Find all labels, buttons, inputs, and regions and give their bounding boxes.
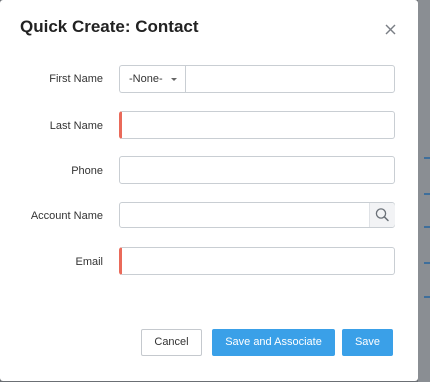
cancel-button[interactable]: Cancel: [141, 329, 202, 356]
email-input[interactable]: [119, 247, 395, 275]
dialog-title: Quick Create: Contact: [20, 17, 199, 36]
save-button[interactable]: Save: [342, 329, 393, 356]
chevron-down-icon: [171, 78, 177, 81]
quick-create-dialog: Quick Create: Contact First Name -None- …: [0, 0, 418, 381]
save-and-associate-button[interactable]: Save and Associate: [212, 329, 335, 356]
page-backdrop: [418, 0, 430, 382]
backdrop-mark: [424, 193, 430, 195]
last-name-input[interactable]: [119, 111, 395, 139]
backdrop-mark: [424, 296, 430, 298]
first-name-input[interactable]: [185, 65, 395, 93]
salutation-select[interactable]: -None-: [119, 65, 185, 93]
backdrop-mark: [424, 262, 430, 264]
email-label: Email: [75, 256, 103, 268]
account-lookup-button[interactable]: [369, 203, 395, 227]
account-name-input[interactable]: [119, 202, 395, 228]
phone-input[interactable]: [119, 156, 395, 184]
backdrop-mark: [424, 157, 430, 159]
last-name-label: Last Name: [49, 120, 103, 132]
account-name-label: Account Name: [30, 210, 103, 222]
phone-label: Phone: [71, 165, 103, 177]
first-name-label: First Name: [49, 73, 103, 85]
backdrop-mark: [424, 226, 430, 228]
close-icon[interactable]: [380, 19, 400, 39]
search-icon: [375, 208, 389, 222]
salutation-value: -None-: [129, 73, 163, 85]
